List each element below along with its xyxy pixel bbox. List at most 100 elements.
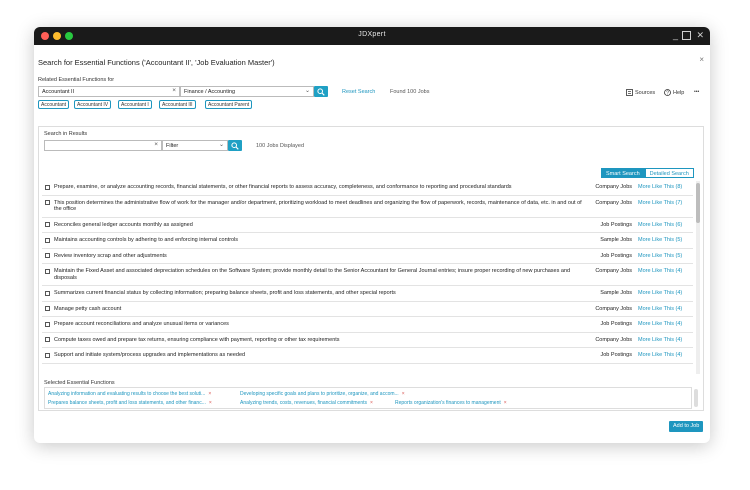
results-scrollbar[interactable] <box>696 181 700 374</box>
results-search-button[interactable] <box>228 140 242 151</box>
search-mode-toggle: Smart Search Detailed Search <box>601 168 694 178</box>
minimize-icon[interactable]: _ <box>673 30 678 41</box>
results-search-input[interactable]: × <box>44 140 162 151</box>
selected-function-item: Reports organization's finances to manag… <box>395 400 507 406</box>
more-like-this-link[interactable]: More Like This (8) <box>638 184 690 191</box>
clear-icon[interactable]: × <box>154 141 158 148</box>
function-text: This position determines the administrat… <box>54 199 582 213</box>
selected-functions-title: Selected Essential Functions <box>44 380 115 386</box>
remove-icon[interactable]: × <box>402 391 405 397</box>
help-label: Help <box>673 89 685 96</box>
related-search-button[interactable] <box>314 86 328 97</box>
source-text: Job Postings <box>600 252 633 259</box>
close-icon[interactable]: ✕ <box>696 30 704 41</box>
function-text: Summarizes current financial status by c… <box>54 290 396 296</box>
function-text: Prepare, examine, or analyze accounting … <box>54 184 512 190</box>
function-text: Manage petty cash account <box>54 305 122 312</box>
add-to-job-button[interactable]: Add to Job <box>669 421 704 432</box>
chip-job[interactable]: Accountant Parent <box>205 100 253 109</box>
more-like-this-link[interactable]: More Like This (4) <box>638 306 690 313</box>
dialog-title: Search for Essential Functions ('Account… <box>38 58 275 67</box>
row-checkbox[interactable] <box>45 237 50 243</box>
remove-icon[interactable]: × <box>209 400 212 406</box>
remove-icon[interactable]: × <box>370 400 373 406</box>
source-text: Company Jobs <box>595 199 632 206</box>
chip-job[interactable]: Accountant <box>38 100 70 109</box>
row-checkbox[interactable] <box>45 200 50 205</box>
source-text: Sample Jobs <box>600 237 632 243</box>
source-text: Sample Jobs <box>600 290 632 296</box>
table-row: Summarizes current financial status by c… <box>42 286 693 302</box>
more-like-this-link[interactable]: More Like This (4) <box>638 337 690 344</box>
clear-icon[interactable]: × <box>172 87 176 94</box>
row-checkbox[interactable] <box>45 268 50 274</box>
selected-function-item: Analyzing information and evaluating res… <box>48 391 211 397</box>
selected-function-item: Analyzing trends, costs, revenues, finan… <box>240 400 373 406</box>
more-like-this-link[interactable]: More Like This (4) <box>638 268 690 275</box>
table-row: Support and initiate system/process upgr… <box>42 348 693 364</box>
row-checkbox[interactable] <box>45 290 50 296</box>
help-button[interactable]: ? Help <box>664 89 684 96</box>
row-checkbox[interactable] <box>45 222 50 227</box>
search-icon <box>317 87 325 96</box>
function-text: Maintains accounting controls by adherin… <box>54 237 239 243</box>
table-row: Prepare account reconciliations and anal… <box>42 317 693 333</box>
table-row: Maintain the Fixed Asset and associated … <box>42 264 693 286</box>
category-select[interactable]: Finance / Accounting ⌄ <box>180 86 314 97</box>
smart-search-tab[interactable]: Smart Search <box>601 168 645 178</box>
source-text: Job Postings <box>600 221 633 228</box>
row-checkbox[interactable] <box>45 321 50 327</box>
sources-icon <box>626 89 633 96</box>
sources-button[interactable]: Sources <box>626 89 655 96</box>
table-row: This position determines the administrat… <box>42 196 693 218</box>
maximize-icon[interactable] <box>682 31 691 40</box>
source-text: Company Jobs <box>595 268 632 274</box>
svg-text:?: ? <box>666 90 669 96</box>
table-row: Reconciles general ledger accounts month… <box>42 218 693 233</box>
row-checkbox[interactable] <box>45 253 50 258</box>
more-like-this-link[interactable]: More Like This (4) <box>638 290 690 297</box>
more-like-this-link[interactable]: More Like This (4) <box>638 321 690 328</box>
filter-select[interactable]: Filter ⌄ <box>162 140 228 151</box>
more-like-this-link[interactable]: More Like This (4) <box>638 352 690 359</box>
source-text: Job Postings <box>600 352 633 358</box>
selected-scrollbar[interactable] <box>694 389 698 407</box>
row-checkbox[interactable] <box>45 352 50 358</box>
reset-search-link[interactable]: Reset Search <box>342 89 375 95</box>
table-row: Review inventory scrap and other adjustm… <box>42 249 693 264</box>
scrollbar-thumb[interactable] <box>696 183 700 223</box>
jobs-displayed-text: 100 Jobs Displayed <box>256 143 305 149</box>
found-jobs-text: Found 100 Jobs <box>390 89 430 95</box>
more-options-button[interactable]: ••• <box>694 89 699 95</box>
selected-function-label: Prepares balance sheets, profit and loss… <box>48 400 206 406</box>
source-text: Job Postings <box>600 321 633 327</box>
selected-function-item: Developing specific goals and plans to p… <box>240 391 405 397</box>
remove-icon[interactable]: × <box>504 400 507 406</box>
selected-function-label: Analyzing information and evaluating res… <box>48 391 206 397</box>
table-row: Manage petty cash account Company Jobs M… <box>42 302 693 317</box>
remove-icon[interactable]: × <box>208 391 211 397</box>
detailed-search-tab[interactable]: Detailed Search <box>644 168 694 178</box>
chevron-down-icon: ⌄ <box>304 88 310 94</box>
dialog-close-button[interactable]: × <box>699 55 704 64</box>
table-row: Compute taxes owed and prepare tax retur… <box>42 333 693 348</box>
more-like-this-link[interactable]: More Like This (5) <box>638 237 690 244</box>
row-checkbox[interactable] <box>45 337 50 342</box>
chip-job[interactable]: Accountant III <box>159 100 196 109</box>
category-select-value: Finance / Accounting <box>184 89 236 95</box>
search-results-label: Search in Results <box>44 131 88 137</box>
more-like-this-link[interactable]: More Like This (7) <box>638 200 690 207</box>
row-checkbox[interactable] <box>45 306 50 311</box>
selected-function-label: Analyzing trends, costs, revenues, finan… <box>240 400 367 406</box>
function-text: Support and initiate system/process upgr… <box>54 352 246 358</box>
chip-job[interactable]: Accountant I <box>118 100 152 109</box>
more-like-this-link[interactable]: More Like This (5) <box>638 253 690 260</box>
function-text: Prepare account reconciliations and anal… <box>54 321 229 327</box>
selected-function-label: Developing specific goals and plans to p… <box>240 391 399 397</box>
function-text: Review inventory scrap and other adjustm… <box>54 252 167 259</box>
job-combo[interactable]: Accountant II × <box>38 86 180 97</box>
more-like-this-link[interactable]: More Like This (6) <box>638 222 690 229</box>
title-bar: JDXpert _ ✕ <box>34 27 710 45</box>
chip-job[interactable]: Accountant IV <box>74 100 112 109</box>
row-checkbox[interactable] <box>45 184 50 190</box>
